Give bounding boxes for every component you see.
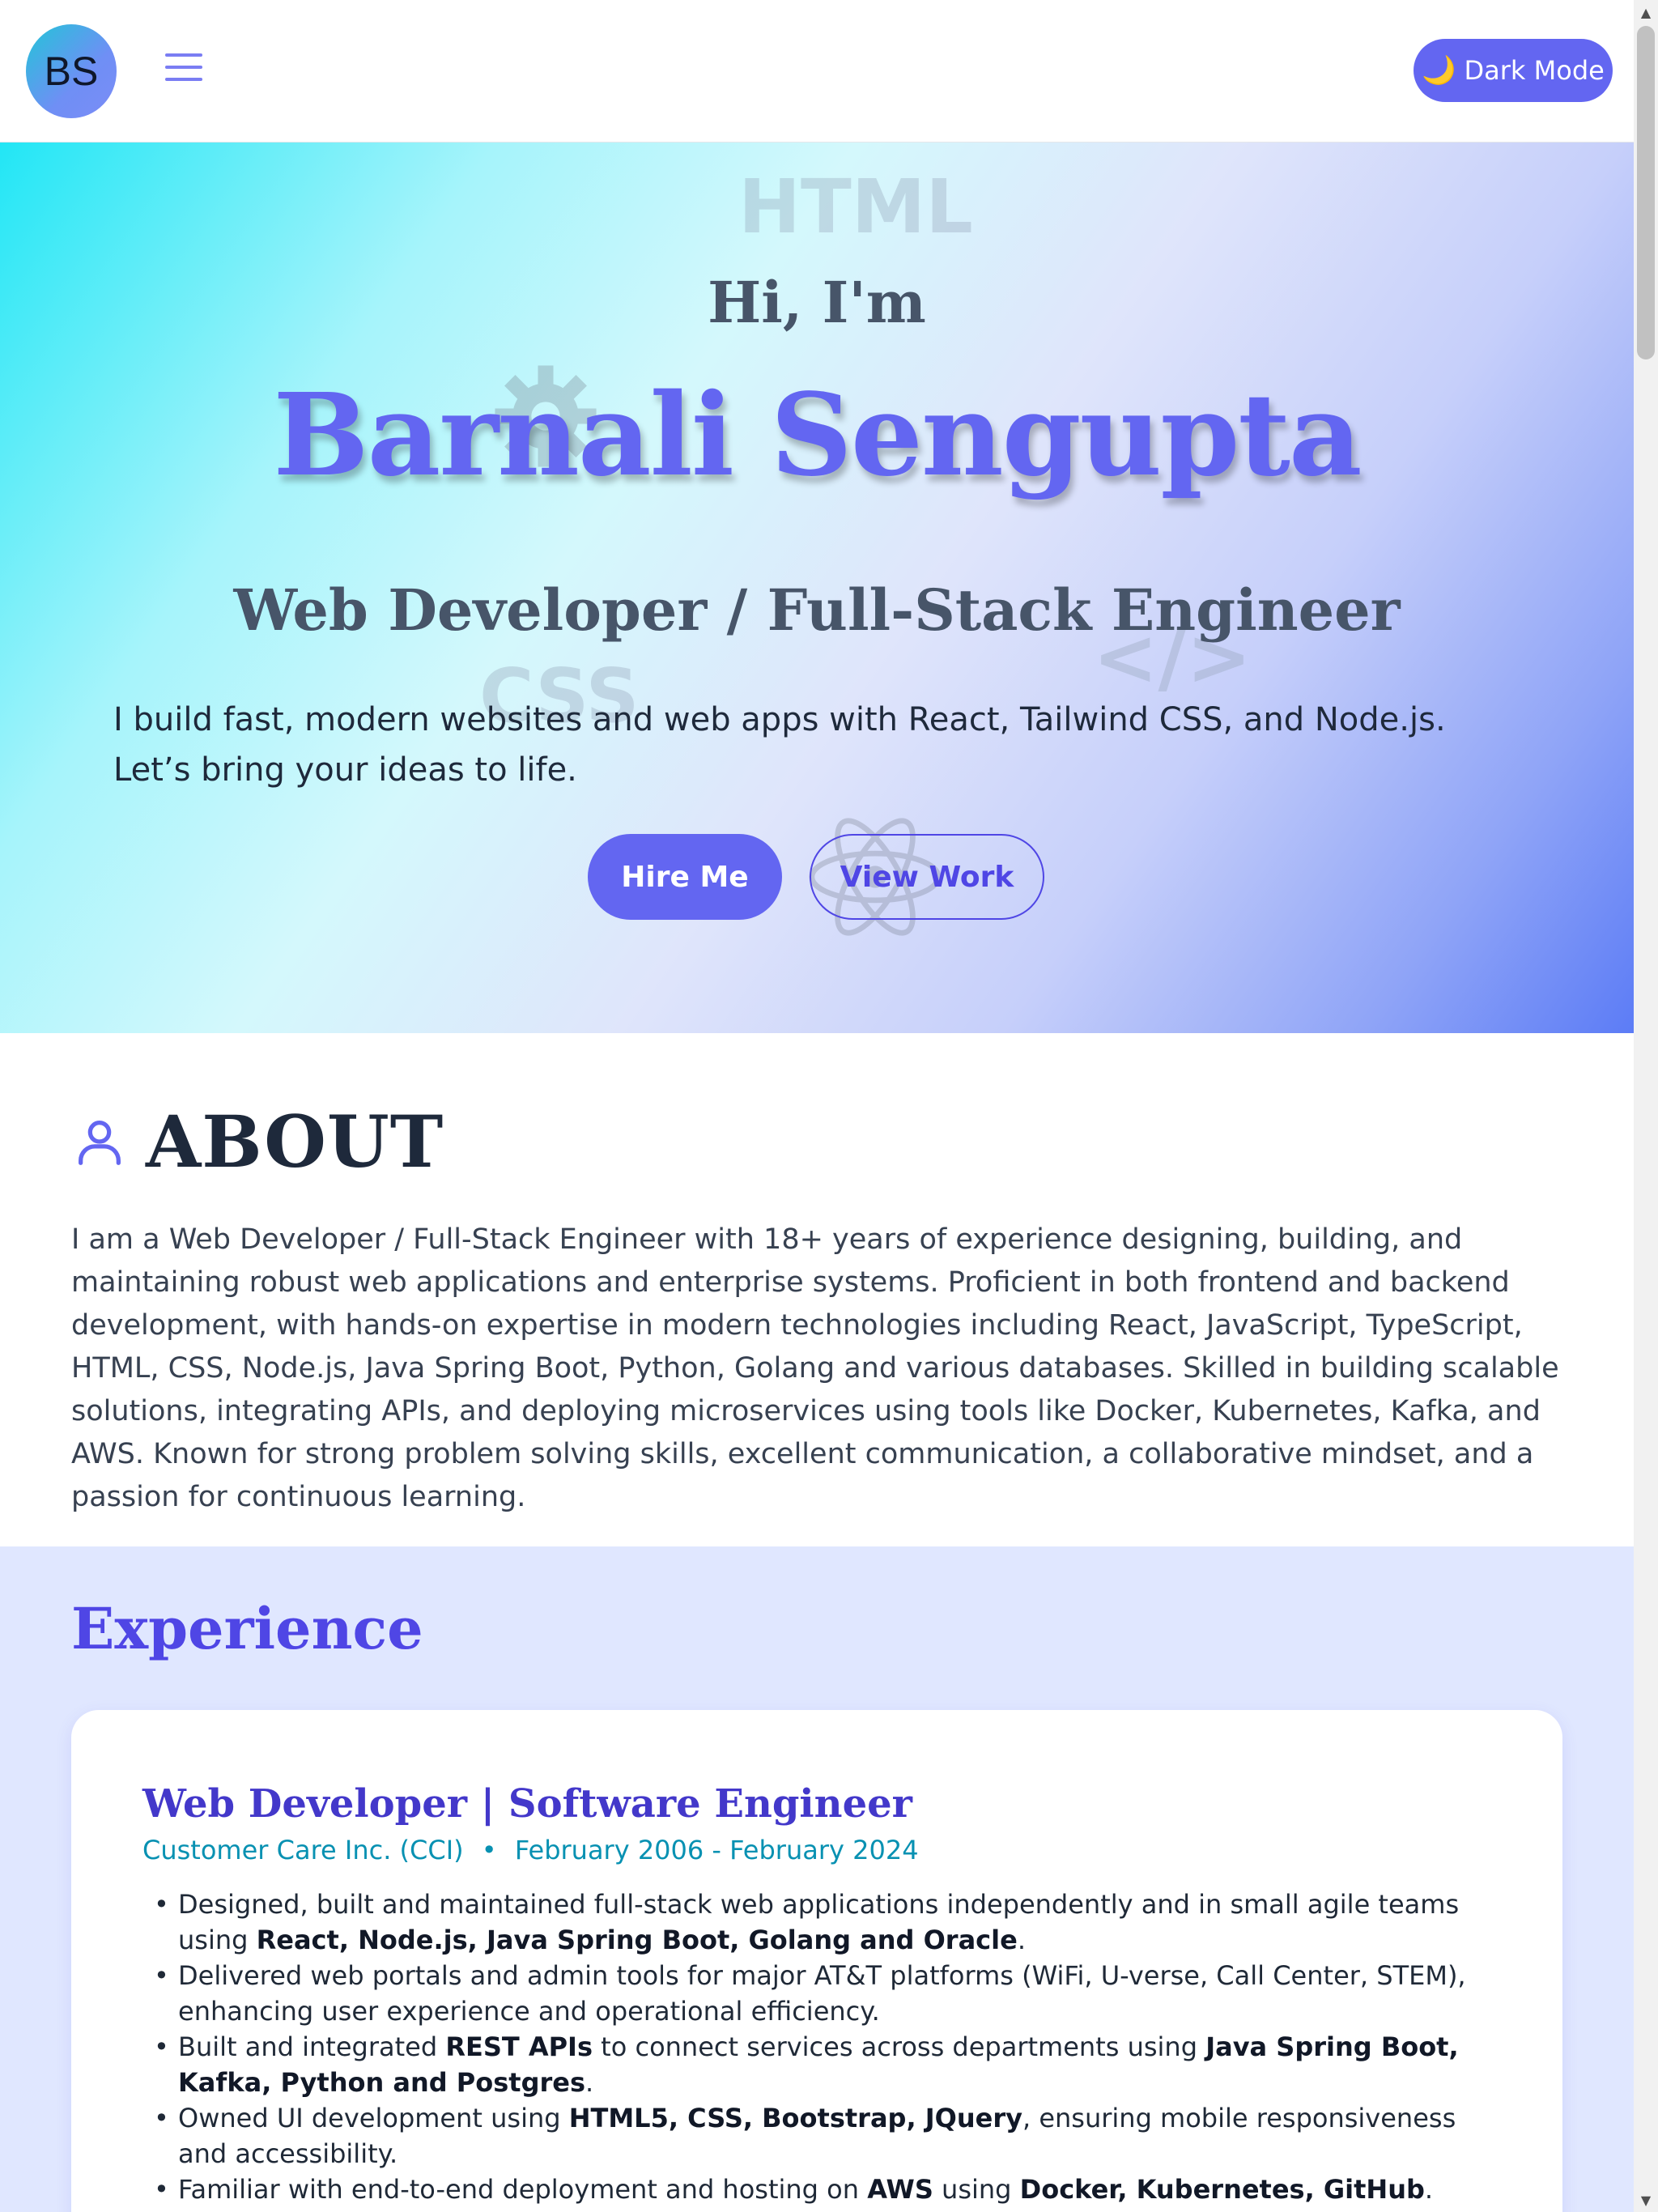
job-bullet-text: Owned UI development using bbox=[178, 2103, 569, 2133]
scroll-down-arrow-icon[interactable]: ▼ bbox=[1634, 2188, 1658, 2212]
job-bullet-text: Familiar with end-to-end deployment and … bbox=[178, 2174, 868, 2205]
job-company: Customer Care Inc. (CCI) bbox=[142, 1835, 464, 1865]
hero-name: Barnali Sengupta bbox=[273, 369, 1362, 502]
job-bullet: Designed, built and maintained full-stac… bbox=[142, 1887, 1486, 1958]
hamburger-menu-icon[interactable] bbox=[165, 53, 202, 86]
job-bullet-highlight: Docker, Kubernetes, GitHub bbox=[1019, 2174, 1425, 2205]
page-scrollbar[interactable]: ▲ ▼ bbox=[1634, 0, 1658, 2212]
job-bullet-highlight: HTML5, CSS, Bootstrap, JQuery bbox=[568, 2103, 1022, 2133]
about-text: I am a Web Developer / Full-Stack Engine… bbox=[71, 1223, 1559, 1513]
hero-section: HTML CSS </> Hi, I'm Barnali Sengupta We… bbox=[0, 143, 1634, 1033]
job-bullet-highlight: REST APIs bbox=[445, 2031, 593, 2062]
job-bullet-highlight: AWS bbox=[867, 2174, 933, 2205]
job-bullet-text: . bbox=[1424, 2174, 1434, 2205]
experience-title: Experience bbox=[71, 1595, 423, 1662]
job-dates: February 2006 - February 2024 bbox=[514, 1835, 919, 1865]
job-bullet-text: using bbox=[933, 2174, 1020, 2205]
about-title: ABOUT bbox=[146, 1100, 444, 1184]
experience-card: Web Developer | Software Engineer Custom… bbox=[71, 1710, 1562, 2212]
job-bullet-text: . bbox=[1017, 1925, 1026, 1955]
hero-role: Web Developer / Full-Stack Engineer bbox=[233, 576, 1401, 644]
logo-initials: BS bbox=[44, 49, 99, 94]
job-bullet: Built and integrated REST APIs to connec… bbox=[142, 2029, 1486, 2100]
job-title: Web Developer | Software Engineer bbox=[142, 1781, 912, 1827]
job-meta: Customer Care Inc. (CCI) • February 2006… bbox=[142, 1835, 919, 1865]
job-bullet: Familiar with end-to-end deployment and … bbox=[142, 2172, 1486, 2207]
hero-greeting: Hi, I'm bbox=[708, 269, 926, 336]
job-bullet: Owned UI development using HTML5, CSS, B… bbox=[142, 2100, 1486, 2172]
job-meta-separator: • bbox=[481, 1835, 497, 1865]
job-bullet-text: to connect services across departments u… bbox=[593, 2031, 1206, 2062]
bg-html-text: HTML bbox=[738, 164, 973, 250]
job-bullet-text: . bbox=[585, 2067, 594, 2098]
user-icon bbox=[79, 1121, 121, 1165]
experience-section: Experience Web Developer | Software Engi… bbox=[0, 1546, 1634, 2212]
scroll-up-arrow-icon[interactable]: ▲ bbox=[1634, 0, 1658, 24]
job-bullet-text: Delivered web portals and admin tools fo… bbox=[178, 1960, 1466, 2027]
job-bullet-text: Built and integrated bbox=[178, 2031, 446, 2062]
view-work-button[interactable]: View Work bbox=[810, 834, 1044, 920]
moon-icon: 🌙 bbox=[1422, 54, 1456, 87]
job-bullet-list: Designed, built and maintained full-stac… bbox=[142, 1887, 1486, 2207]
top-navbar: BS 🌙 Dark Mode bbox=[0, 0, 1634, 143]
dark-mode-label: Dark Mode bbox=[1464, 55, 1605, 86]
job-bullet: Delivered web portals and admin tools fo… bbox=[142, 1958, 1486, 2029]
dark-mode-button[interactable]: 🌙 Dark Mode bbox=[1414, 39, 1613, 102]
about-heading: ABOUT bbox=[71, 1100, 444, 1184]
logo-avatar[interactable]: BS bbox=[26, 24, 117, 118]
hero-description: I build fast, modern websites and web ap… bbox=[113, 701, 1446, 789]
scroll-thumb[interactable] bbox=[1637, 26, 1655, 359]
hire-me-button[interactable]: Hire Me bbox=[588, 834, 782, 920]
job-bullet-highlight: React, Node.js, Java Spring Boot, Golang… bbox=[256, 1925, 1018, 1955]
